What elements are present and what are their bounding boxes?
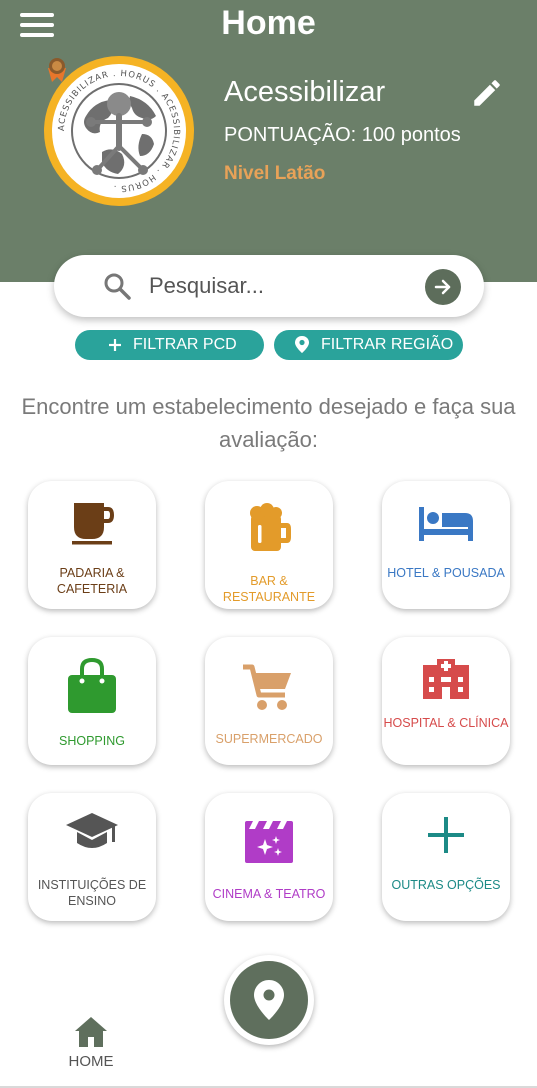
- category-label: OUTRAS OPÇÕES: [391, 878, 501, 892]
- plus-icon: [428, 817, 464, 853]
- graduation-cap-icon: [66, 813, 118, 848]
- category-bar-restaurante[interactable]: BAR & RESTAURANTE: [205, 481, 333, 609]
- category-label: BAR & RESTAURANTE: [222, 574, 316, 604]
- profile-logo: ACESSIBILIZAR . HORUS . ACESSIBILIZAR . …: [44, 56, 194, 206]
- pencil-icon[interactable]: [470, 76, 504, 110]
- search-icon: [104, 273, 131, 300]
- filter-pcd-button[interactable]: FILTRAR PCD: [75, 330, 264, 360]
- movie-clapper-icon: [245, 821, 293, 863]
- bottom-nav-home[interactable]: HOME: [60, 1015, 122, 1075]
- arrow-right-icon: [434, 279, 451, 295]
- filter-region-label: FILTRAR REGIÃO: [321, 336, 454, 353]
- category-label: SHOPPING: [59, 734, 125, 748]
- map-button[interactable]: [224, 955, 314, 1045]
- profile-level: Nivel Latão: [224, 163, 326, 184]
- location-pin-icon: [254, 980, 284, 1020]
- category-cinema-teatro[interactable]: CINEMA & TEATRO: [205, 793, 333, 921]
- hotel-bed-icon: [419, 507, 473, 541]
- category-label: SUPERMERCADO: [215, 732, 323, 746]
- search-submit-button[interactable]: [425, 269, 461, 305]
- hospital-icon: [423, 659, 469, 699]
- category-label: INSTITUIÇÕES DE ENSINO: [37, 878, 147, 908]
- location-pin-icon: [295, 336, 309, 353]
- coffee-cup-icon: [72, 503, 114, 545]
- shopping-bag-icon: [68, 657, 116, 713]
- category-hospital-clinica[interactable]: HOSPITAL & CLÍNICA: [382, 637, 510, 765]
- category-label: CINEMA & TEATRO: [212, 887, 326, 901]
- home-icon: [75, 1017, 107, 1047]
- filter-region-button[interactable]: FILTRAR REGIÃO: [274, 330, 463, 360]
- category-padaria-cafeteria[interactable]: PADARIA & CAFETERIA: [28, 481, 156, 609]
- search-input[interactable]: [149, 269, 409, 303]
- profile-score: PONTUAÇÃO: 100 pontos: [224, 124, 461, 146]
- category-label: PADARIA & CAFETERIA: [56, 566, 128, 596]
- category-shopping[interactable]: SHOPPING: [28, 637, 156, 765]
- intro-text: Encontre um estabelecimento desejado e f…: [21, 394, 516, 452]
- shopping-cart-icon: [243, 664, 291, 710]
- filter-pcd-label: FILTRAR PCD: [133, 336, 237, 353]
- category-outras-opcoes[interactable]: OUTRAS OPÇÕES: [382, 793, 510, 921]
- category-label: HOTEL & POUSADA: [387, 566, 505, 580]
- category-instituicoes-ensino[interactable]: INSTITUIÇÕES DE ENSINO: [28, 793, 156, 921]
- medal-icon: [48, 58, 66, 82]
- page-title: Home: [221, 4, 316, 42]
- home-label: HOME: [68, 1053, 114, 1070]
- header: Home ACESSIBILIZAR . HORUS . ACESSIBILIZ…: [0, 0, 537, 282]
- category-supermercado[interactable]: SUPERMERCADO: [205, 637, 333, 765]
- profile-name: Acessibilizar: [224, 76, 386, 108]
- category-label: HOSPITAL & CLÍNICA: [383, 716, 509, 730]
- beer-mug-icon: [250, 503, 291, 551]
- category-hotel-pousada[interactable]: HOTEL & POUSADA: [382, 481, 510, 609]
- search-bar: [54, 255, 484, 317]
- plus-icon: [109, 339, 121, 351]
